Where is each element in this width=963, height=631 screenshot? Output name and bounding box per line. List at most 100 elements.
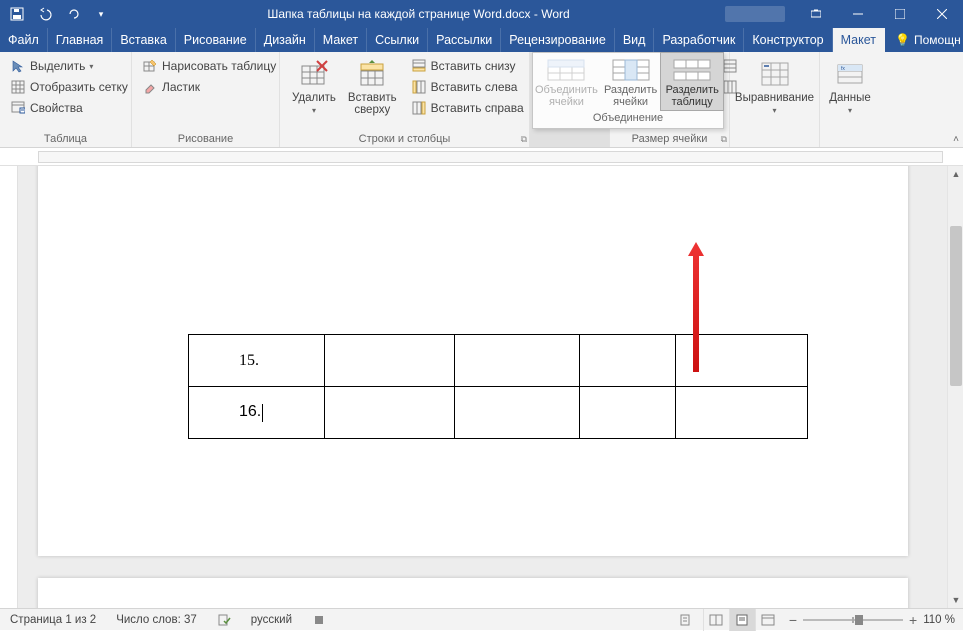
page-1[interactable]: 15. 16.: [38, 166, 908, 556]
pencil-table-icon: [142, 58, 158, 74]
status-proofing[interactable]: [207, 613, 241, 627]
tab-home[interactable]: Главная: [48, 28, 113, 52]
tab-developer[interactable]: Разработчик: [654, 28, 744, 52]
split-cells-button[interactable]: Разделить ячейки: [600, 53, 662, 110]
zoom-out-button[interactable]: −: [789, 612, 797, 628]
status-bar: Страница 1 из 2 Число слов: 37 русский −…: [0, 608, 963, 630]
insert-above-button[interactable]: Вставить сверху: [342, 56, 403, 118]
tab-draw[interactable]: Рисование: [176, 28, 256, 52]
zoom-level[interactable]: 110 %: [923, 614, 955, 626]
alignment-icon: [759, 58, 791, 90]
properties-button[interactable]: Свойства: [6, 98, 132, 118]
insert-above-label: Вставить сверху: [348, 92, 397, 116]
draw-table-button[interactable]: Нарисовать таблицу: [138, 56, 280, 76]
merge-panel-label: Объединение: [533, 110, 723, 128]
table-cell[interactable]: [454, 335, 580, 387]
horizontal-ruler[interactable]: [0, 148, 963, 166]
table-cell[interactable]: 15.: [189, 335, 325, 387]
draw-table-label: Нарисовать таблицу: [162, 59, 276, 73]
scroll-down-icon[interactable]: ▼: [948, 592, 963, 608]
vertical-scrollbar[interactable]: ▲ ▼: [947, 166, 963, 608]
tab-design[interactable]: Дизайн: [256, 28, 315, 52]
save-icon[interactable]: [6, 3, 28, 25]
table-cell[interactable]: [676, 335, 808, 387]
redo-icon[interactable]: [62, 3, 84, 25]
minimize-icon[interactable]: [837, 0, 879, 28]
select-label: Выделить: [30, 59, 85, 73]
tab-layout[interactable]: Макет: [315, 28, 367, 52]
select-button[interactable]: Выделить: [6, 56, 132, 76]
tab-review[interactable]: Рецензирование: [501, 28, 615, 52]
page-2[interactable]: 17. 18.: [38, 578, 908, 608]
table-cell[interactable]: [324, 387, 454, 439]
dialog-launcher-icon[interactable]: ⧉: [521, 134, 527, 145]
table-page1[interactable]: 15. 16.: [188, 334, 808, 439]
gridlines-label: Отобразить сетку: [30, 80, 128, 94]
status-language[interactable]: русский: [241, 614, 302, 626]
select-icon: [10, 58, 26, 74]
tab-view[interactable]: Вид: [615, 28, 655, 52]
collapse-ribbon-icon[interactable]: ˄: [953, 134, 959, 145]
group-cellsize-label: Размер ячейки⧉: [610, 133, 729, 147]
insert-below-button[interactable]: Вставить снизу: [407, 56, 528, 76]
zoom-slider[interactable]: [803, 619, 903, 621]
data-dropdown-button[interactable]: fx Данные: [823, 56, 877, 117]
zoom-thumb[interactable]: [855, 615, 863, 625]
alignment-dropdown-button[interactable]: Выравнивание: [729, 56, 820, 117]
table-cell[interactable]: [676, 387, 808, 439]
status-macro[interactable]: [302, 613, 336, 627]
tab-file[interactable]: Файл: [0, 28, 48, 52]
bulb-icon: 💡: [895, 33, 910, 47]
view-gridlines-button[interactable]: Отобразить сетку: [6, 77, 132, 97]
insert-right-button[interactable]: Вставить справа: [407, 98, 528, 118]
eraser-button[interactable]: Ластик: [138, 77, 280, 97]
vertical-ruler[interactable]: [0, 166, 18, 608]
insert-left-button[interactable]: Вставить слева: [407, 77, 528, 97]
view-web-button[interactable]: [755, 609, 781, 631]
insert-right-label: Вставить справа: [431, 101, 524, 115]
view-read-button[interactable]: [703, 609, 729, 631]
tab-insert[interactable]: Вставка: [112, 28, 175, 52]
group-data: fx Данные: [820, 52, 880, 147]
tab-constructor[interactable]: Конструктор: [744, 28, 832, 52]
dialog-launcher-icon[interactable]: ⧉: [721, 134, 727, 145]
insert-left-label: Вставить слева: [431, 80, 518, 94]
group-draw: Нарисовать таблицу Ластик Рисование: [132, 52, 280, 147]
tell-me[interactable]: 💡Помощн: [885, 28, 963, 52]
table-cell[interactable]: [324, 335, 454, 387]
tab-table-layout[interactable]: Макет: [833, 28, 885, 52]
table-cell[interactable]: [580, 387, 676, 439]
qat-more-icon[interactable]: ▾: [90, 3, 112, 25]
scroll-thumb[interactable]: [950, 226, 962, 386]
table-cell[interactable]: [580, 335, 676, 387]
zoom-in-button[interactable]: +: [909, 612, 917, 628]
web-layout-icon: [761, 614, 775, 626]
table-row[interactable]: 15.: [189, 335, 808, 387]
undo-icon[interactable]: [34, 3, 56, 25]
tab-mailings[interactable]: Рассылки: [428, 28, 501, 52]
close-icon[interactable]: [921, 0, 963, 28]
tab-references[interactable]: Ссылки: [367, 28, 428, 52]
maximize-icon[interactable]: [879, 0, 921, 28]
table-row[interactable]: 16.: [189, 387, 808, 439]
window-title: Шапка таблицы на каждой странице Word.do…: [112, 7, 725, 21]
account-badge[interactable]: [725, 6, 785, 22]
split-cells-label: Разделить ячейки: [604, 84, 657, 108]
delete-button[interactable]: Удалить: [286, 56, 342, 117]
insert-below-icon: [411, 58, 427, 74]
status-track-changes[interactable]: [669, 613, 703, 627]
ribbon-options-icon[interactable]: [795, 0, 837, 28]
data-icon: fx: [834, 58, 866, 90]
insert-right-icon: [411, 100, 427, 116]
table-cell[interactable]: [454, 387, 580, 439]
group-draw-label: Рисование: [132, 133, 279, 147]
table-cell[interactable]: 16.: [189, 387, 325, 439]
status-page[interactable]: Страница 1 из 2: [0, 614, 106, 626]
status-wordcount[interactable]: Число слов: 37: [106, 614, 207, 626]
alignment-label: Выравнивание: [735, 92, 814, 104]
scroll-up-icon[interactable]: ▲: [948, 166, 963, 182]
split-table-button[interactable]: Разделить таблицу: [660, 52, 724, 111]
merge-cells-label: Объединить ячейки: [535, 84, 598, 108]
track-changes-icon: [679, 613, 693, 627]
view-print-button[interactable]: [729, 609, 755, 631]
